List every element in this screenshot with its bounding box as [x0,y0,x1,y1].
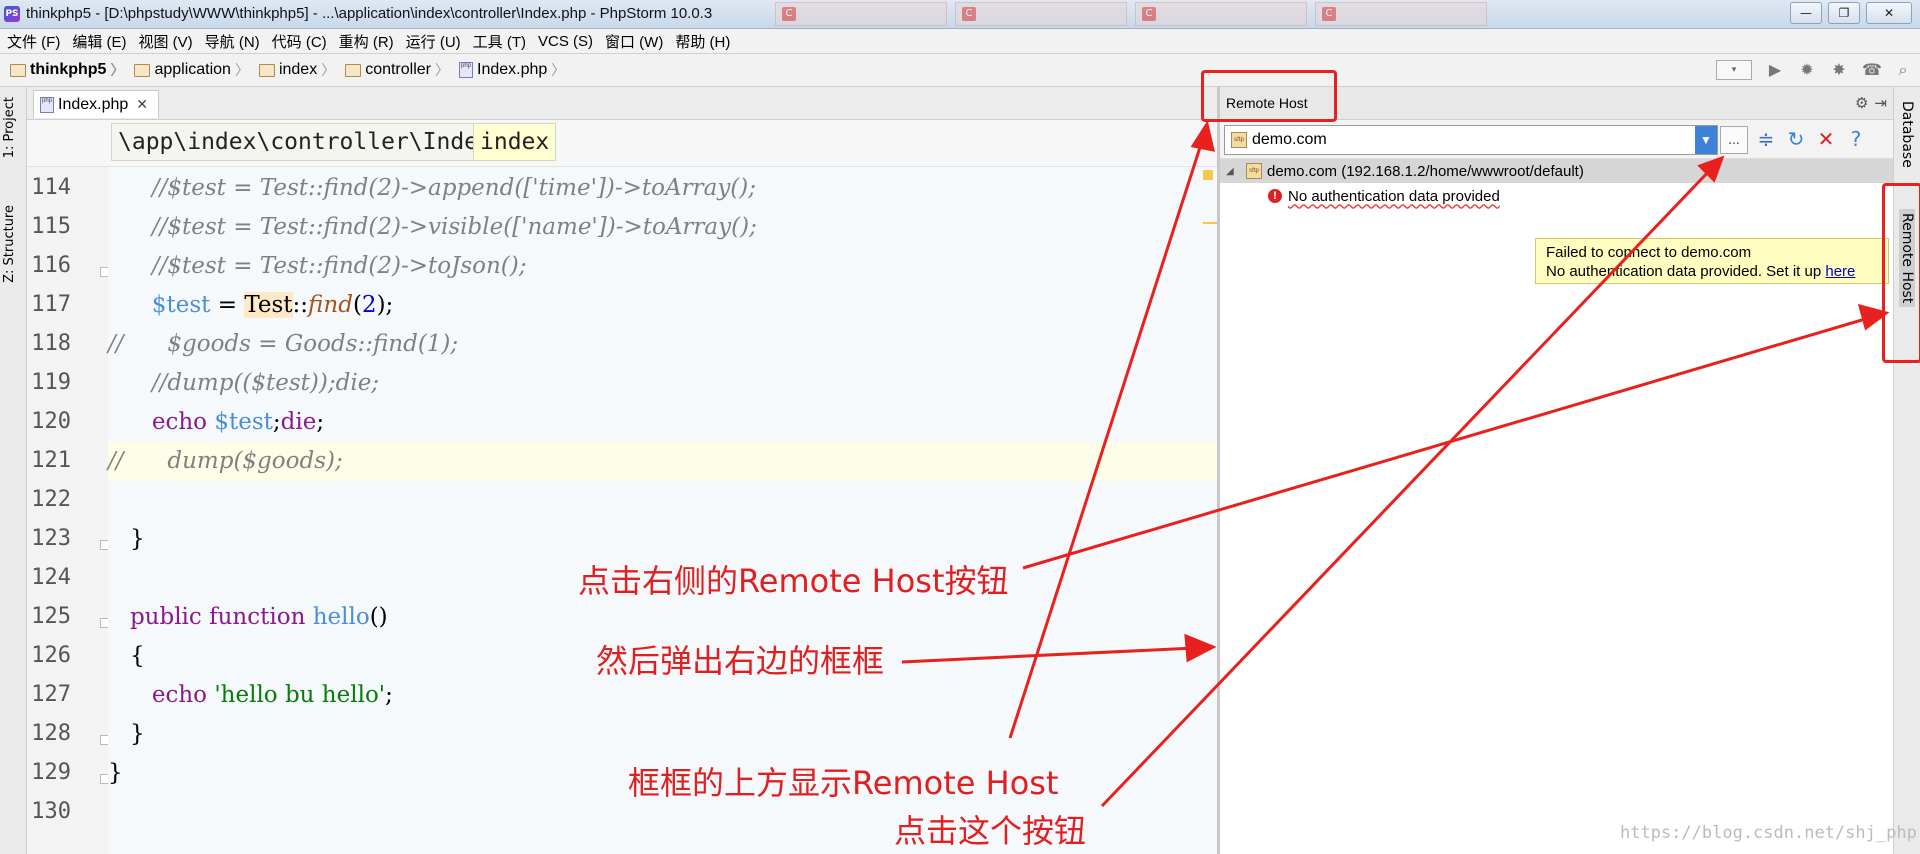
watermark: https://blog.csdn.net/shj_php [1620,823,1917,843]
arrow-to-panel [901,646,1196,664]
annotation-click-remote-host: 点击右侧的Remote Host按钮 [578,562,1009,600]
annotation-click-button: 点击这个按钮 [894,812,1087,850]
arrow-head [1190,120,1215,152]
arrow-head [1857,303,1890,331]
annotation-panel-title: 框框的上方显示Remote Host [628,764,1059,802]
annotation-arrows [901,120,1890,808]
arrow-head [1184,633,1217,663]
arrow-to-tree-root [1100,166,1714,808]
annotation-panel-appears: 然后弹出右边的框框 [596,642,885,680]
